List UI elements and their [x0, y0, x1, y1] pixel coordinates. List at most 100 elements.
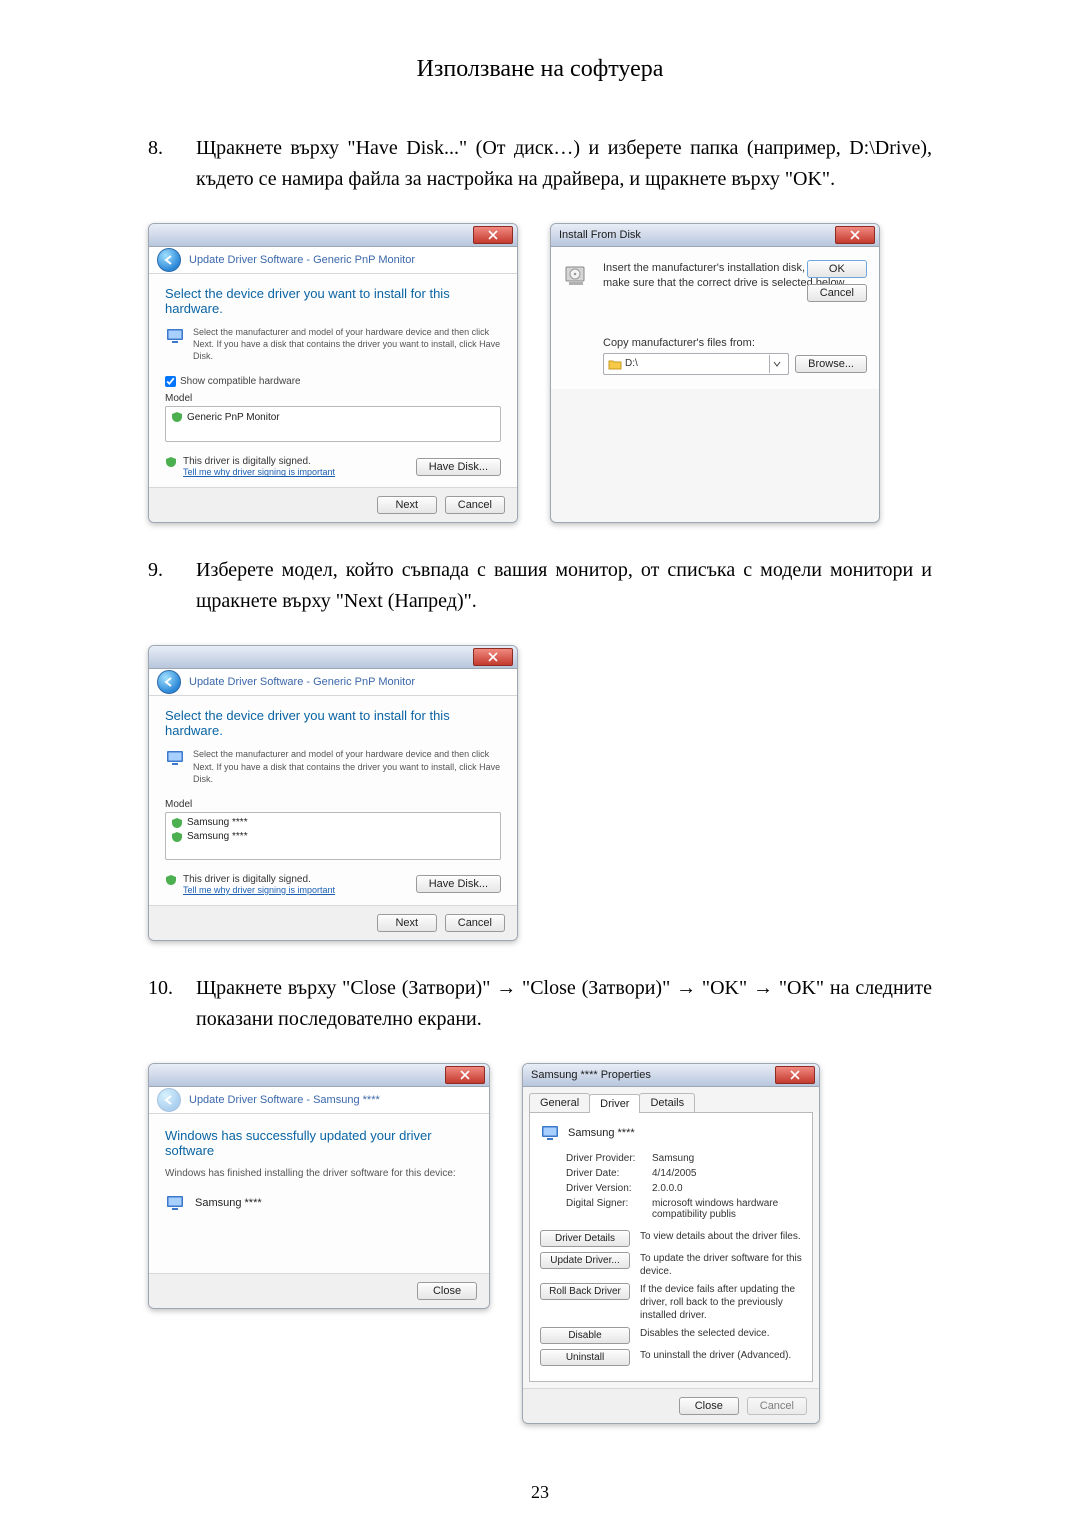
path-combobox[interactable]: D:\ [603, 353, 789, 375]
model-item-label: Samsung **** [187, 831, 248, 842]
show-compatible-input[interactable] [165, 376, 176, 387]
step-8: 8. Щракнете върху "Have Disk..." (От дис… [148, 133, 932, 195]
close-icon[interactable] [473, 648, 513, 666]
list-item[interactable]: Samsung **** [171, 816, 495, 830]
dialog-heading: Select the device driver you want to ins… [165, 286, 501, 316]
uninstall-desc: To uninstall the driver (Advanced). [640, 1349, 791, 1362]
next-button[interactable]: Next [377, 914, 437, 932]
show-compatible-checkbox[interactable]: Show compatible hardware [165, 376, 501, 387]
signed-text: This driver is digitally signed. [183, 456, 335, 467]
disable-button[interactable]: Disable [540, 1327, 630, 1344]
chevron-down-icon[interactable] [769, 355, 784, 373]
provider-value: Samsung [652, 1153, 802, 1164]
cancel-button[interactable]: Cancel [445, 496, 505, 514]
copy-from-label: Copy manufacturer's files from: [603, 337, 867, 349]
monitor-icon [165, 748, 185, 768]
list-item[interactable]: Generic PnP Monitor [171, 410, 495, 424]
back-button[interactable] [157, 670, 181, 694]
cancel-button: Cancel [747, 1397, 807, 1415]
monitor-icon [165, 1193, 185, 1213]
signing-link[interactable]: Tell me why driver signing is important [183, 467, 335, 477]
driver-details-desc: To view details about the driver files. [640, 1230, 801, 1243]
uninstall-button[interactable]: Uninstall [540, 1349, 630, 1366]
screenshot-update-finished: Update Driver Software - Samsung **** Wi… [148, 1063, 490, 1309]
shield-icon [171, 831, 183, 843]
provider-key: Driver Provider: [566, 1153, 652, 1164]
model-header: Model [165, 393, 501, 404]
rollback-driver-button[interactable]: Roll Back Driver [540, 1283, 630, 1300]
path-value: D:\ [625, 358, 638, 369]
close-button[interactable]: Close [679, 1397, 739, 1415]
ok-button[interactable]: OK [807, 260, 867, 278]
step-10-text: Щракнете върху "Close (Затвори)" → "Clos… [196, 973, 932, 1035]
dialog-instruction: Select the manufacturer and model of you… [193, 748, 501, 784]
back-button[interactable] [157, 248, 181, 272]
close-icon[interactable] [835, 226, 875, 244]
signer-key: Digital Signer: [566, 1198, 652, 1220]
shield-icon [171, 817, 183, 829]
folder-icon [608, 357, 622, 371]
breadcrumb: Update Driver Software - Generic PnP Mon… [189, 676, 415, 688]
next-button[interactable]: Next [377, 496, 437, 514]
cancel-button[interactable]: Cancel [807, 284, 867, 302]
dialog-subtext: Windows has finished installing the driv… [165, 1168, 473, 1179]
driver-details-button[interactable]: Driver Details [540, 1230, 630, 1247]
tab-general[interactable]: General [529, 1093, 590, 1112]
back-button [157, 1088, 181, 1112]
shield-icon [165, 456, 177, 468]
step-10: 10. Щракнете върху "Close (Затвори)" → "… [148, 973, 932, 1035]
step-9: 9. Изберете модел, който съвпада с вашия… [148, 555, 932, 617]
step-8-number: 8. [148, 133, 196, 164]
tab-driver[interactable]: Driver [589, 1094, 640, 1113]
list-item[interactable]: Samsung **** [171, 830, 495, 844]
screenshot-install-from-disk: Install From Disk Insert the manufacture… [550, 223, 880, 523]
model-header: Model [165, 799, 501, 810]
update-driver-desc: To update the driver software for this d… [640, 1252, 802, 1278]
step-9-number: 9. [148, 555, 196, 586]
device-name: Samsung **** [568, 1127, 635, 1139]
breadcrumb: Update Driver Software - Samsung **** [189, 1094, 380, 1106]
close-icon[interactable] [775, 1066, 815, 1084]
shield-icon [171, 411, 183, 423]
step-8-text: Щракнете върху "Have Disk..." (От диск…)… [196, 133, 932, 195]
device-name: Samsung **** [195, 1197, 262, 1209]
close-button[interactable]: Close [417, 1282, 477, 1300]
step-10-number: 10. [148, 973, 196, 1004]
update-driver-button[interactable]: Update Driver... [540, 1252, 630, 1269]
signed-text: This driver is digitally signed. [183, 874, 335, 885]
model-listbox[interactable]: Samsung **** Samsung **** [165, 812, 501, 860]
signing-link[interactable]: Tell me why driver signing is important [183, 885, 335, 895]
version-value: 2.0.0.0 [652, 1183, 802, 1194]
disable-desc: Disables the selected device. [640, 1327, 770, 1340]
dialog-heading: Windows has successfully updated your dr… [165, 1128, 473, 1158]
disk-icon [563, 280, 589, 292]
screenshot-update-driver-have-disk: Update Driver Software - Generic PnP Mon… [148, 223, 518, 523]
close-icon[interactable] [473, 226, 513, 244]
version-key: Driver Version: [566, 1183, 652, 1194]
screenshot-driver-properties: Samsung **** Properties General Driver D… [522, 1063, 820, 1424]
model-listbox[interactable]: Generic PnP Monitor [165, 406, 501, 442]
browse-button[interactable]: Browse... [795, 355, 867, 373]
page-number: 23 [0, 1482, 1080, 1503]
tab-details[interactable]: Details [639, 1093, 695, 1112]
dialog-instruction: Select the manufacturer and model of you… [193, 326, 501, 362]
date-key: Driver Date: [566, 1168, 652, 1179]
have-disk-button[interactable]: Have Disk... [416, 875, 501, 893]
page-title: Използване на софтуера [148, 56, 932, 83]
tab-bar: General Driver Details [523, 1087, 819, 1112]
have-disk-button[interactable]: Have Disk... [416, 458, 501, 476]
shield-icon [165, 874, 177, 886]
dialog-heading: Select the device driver you want to ins… [165, 708, 501, 738]
screenshot-select-model: Update Driver Software - Generic PnP Mon… [148, 645, 518, 940]
show-compatible-label: Show compatible hardware [180, 376, 301, 387]
driver-info: Driver Provider: Samsung Driver Date: 4/… [540, 1153, 802, 1220]
breadcrumb: Update Driver Software - Generic PnP Mon… [189, 254, 415, 266]
monitor-icon [165, 326, 185, 346]
window-title: Install From Disk [559, 229, 641, 241]
cancel-button[interactable]: Cancel [445, 914, 505, 932]
close-icon[interactable] [445, 1066, 485, 1084]
monitor-icon [540, 1123, 560, 1143]
model-item-label: Samsung **** [187, 817, 248, 828]
rollback-driver-desc: If the device fails after updating the d… [640, 1283, 802, 1322]
step-9-text: Изберете модел, който съвпада с вашия мо… [196, 555, 932, 617]
